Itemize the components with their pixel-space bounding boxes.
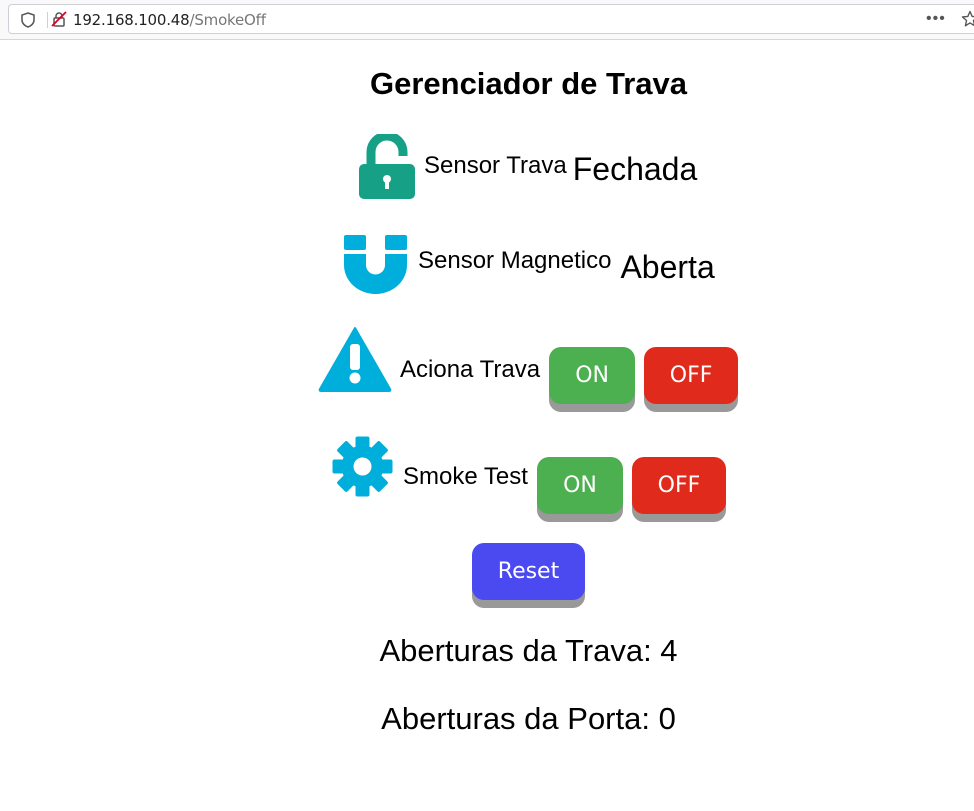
reset-button[interactable]: Reset: [472, 543, 585, 600]
more-icon[interactable]: •••: [926, 10, 946, 28]
aciona-trava-label: Aciona Trava: [400, 355, 541, 383]
aciona-trava-off-button[interactable]: OFF: [644, 347, 739, 404]
reset-row: Reset: [472, 543, 585, 600]
smoke-test-on-button[interactable]: ON: [536, 456, 623, 514]
magnet-icon: [343, 235, 408, 299]
aberturas-trava-counter: Aberturas da Trava: 4: [379, 633, 678, 668]
sensor-magnetico-label: Sensor Magnetico: [418, 247, 612, 274]
url-host: 192.168.100.48: [73, 11, 190, 29]
url-field[interactable]: 192.168.100.48/SmokeOff •••: [8, 4, 974, 34]
sensor-magnetico-value: Aberta: [620, 248, 715, 285]
sensor-trava-label: Sensor Trava: [424, 151, 567, 179]
smoke-test-row: Smoke Test ON OFF: [332, 436, 726, 514]
aberturas-porta-counter: Aberturas da Porta: 0: [381, 701, 676, 736]
browser-toolbar: 192.168.100.48/SmokeOff •••: [0, 0, 974, 40]
sensor-trava-row: Sensor Trava Fechada: [358, 131, 698, 205]
sensor-magnetico-row: Sensor Magnetico Aberta: [343, 235, 715, 299]
url-separator: [47, 12, 48, 28]
smoke-test-off-button[interactable]: OFF: [631, 456, 726, 514]
shield-icon[interactable]: [21, 12, 35, 33]
url-path: /SmokeOff: [189, 11, 266, 29]
sensor-trava-value: Fechada: [572, 151, 698, 187]
url-text[interactable]: 192.168.100.48/SmokeOff: [73, 11, 266, 29]
unlock-icon: [358, 131, 416, 205]
smoke-test-label: Smoke Test: [403, 463, 528, 490]
warning-icon: [318, 326, 392, 397]
page-title: Gerenciador de Trava: [369, 66, 688, 101]
insecure-lock-icon[interactable]: [51, 11, 67, 32]
gear-icon: [332, 436, 393, 502]
star-icon[interactable]: [961, 10, 974, 33]
aciona-trava-on-button[interactable]: ON: [549, 347, 636, 404]
aciona-trava-row: Aciona Trava ON OFF: [318, 326, 739, 404]
